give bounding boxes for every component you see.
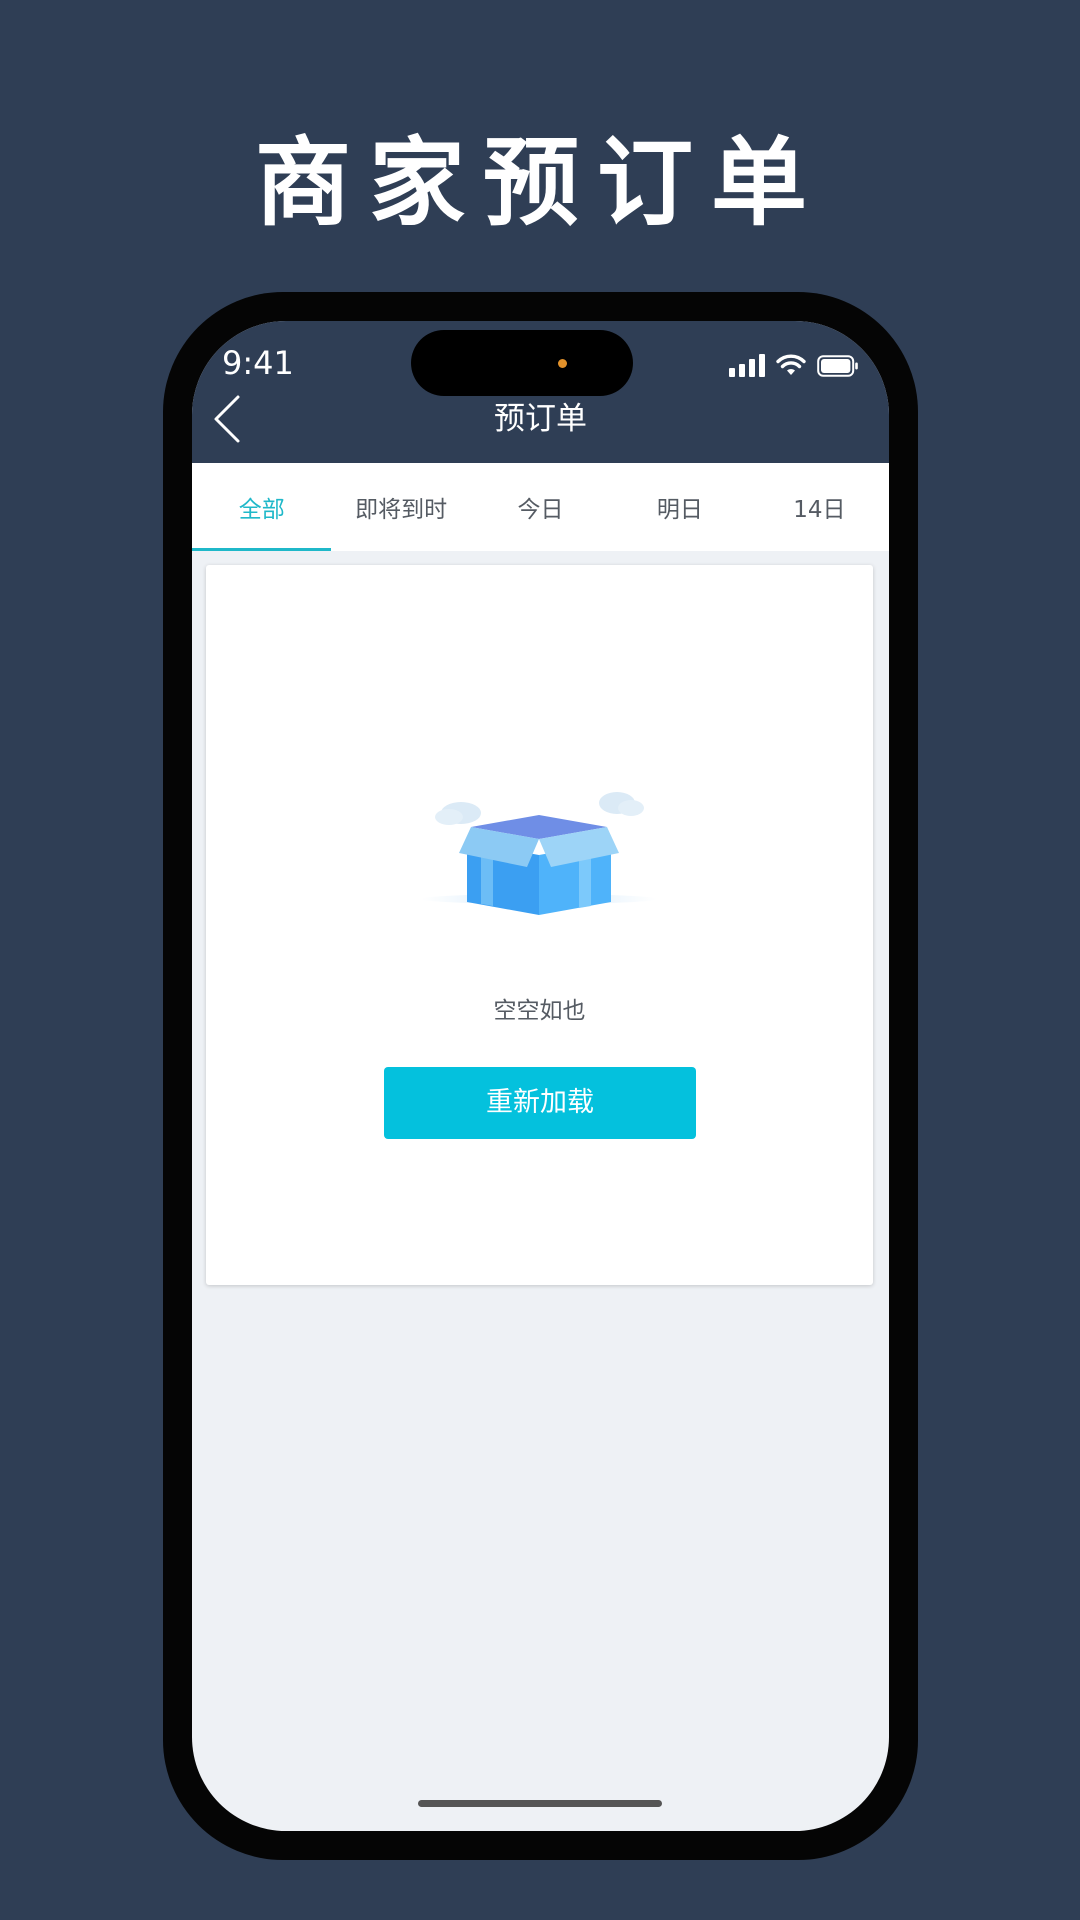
reload-button[interactable]: 重新加载	[384, 1067, 696, 1139]
tab-tomorrow[interactable]: 明日	[610, 463, 749, 551]
hero-title: 商家预订单	[255, 127, 825, 239]
empty-message: 空空如也	[493, 998, 586, 1024]
home-indicator	[418, 1800, 662, 1807]
tab-today[interactable]: 今日	[471, 463, 610, 551]
dynamic-island	[411, 330, 633, 396]
page-title: 预订单	[494, 401, 587, 437]
app-screenshot: 商家预订单 9:41 预订单 全部 即将到时 今日 明日 14日 空空如也 重新…	[0, 0, 1080, 1920]
tab-upcoming[interactable]: 即将到时	[331, 463, 470, 551]
status-time: 9:41	[222, 344, 294, 382]
battery-icon	[817, 355, 859, 377]
camera-dot	[558, 359, 567, 368]
phone-screen: 9:41 预订单 全部 即将到时 今日 明日 14日 空空如也 重新加载	[192, 321, 889, 1831]
empty-box-icon	[419, 777, 659, 937]
tab-all[interactable]: 全部	[192, 463, 332, 551]
wifi-icon	[775, 353, 807, 377]
app-header: 9:41 预订单	[192, 321, 889, 463]
cellular-signal-icon	[729, 353, 765, 377]
status-icons	[729, 351, 859, 377]
tab-14th[interactable]: 14日	[750, 463, 889, 551]
filter-tabs: 全部 即将到时 今日 明日 14日	[192, 463, 889, 551]
empty-state-card: 空空如也 重新加载	[206, 565, 873, 1285]
phone-frame: 9:41 预订单 全部 即将到时 今日 明日 14日 空空如也 重新加载	[163, 292, 918, 1860]
